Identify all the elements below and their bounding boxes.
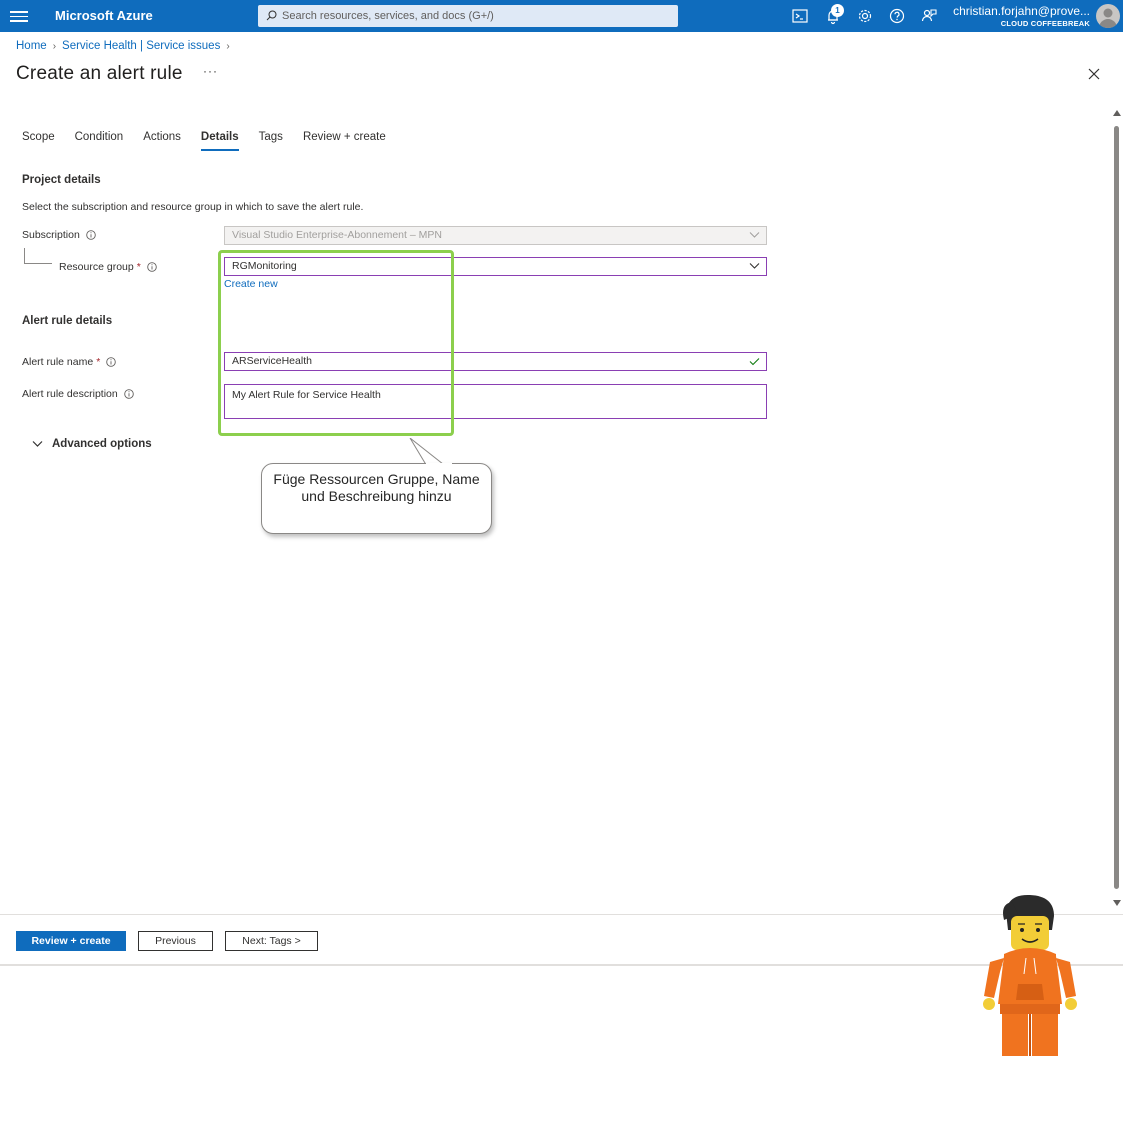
alert-rule-name-label: Alert rule name *: [22, 356, 117, 368]
search-icon: [266, 10, 277, 21]
breadcrumb-service-health[interactable]: Service Health | Service issues: [62, 40, 220, 52]
footer-divider: [0, 914, 1123, 915]
account-email: christian.forjahn@prove...: [953, 4, 1090, 18]
scroll-up-icon[interactable]: [1113, 110, 1121, 116]
alert-rule-name-label-text: Alert rule name: [22, 356, 94, 368]
alert-rule-description-label-text: Alert rule description: [22, 388, 118, 400]
search-input[interactable]: [282, 5, 672, 27]
avatar[interactable]: [1096, 4, 1120, 28]
info-icon[interactable]: [106, 357, 117, 367]
info-icon[interactable]: [123, 389, 134, 399]
breadcrumb-home[interactable]: Home: [16, 40, 47, 52]
review-create-button[interactable]: Review + create: [16, 931, 126, 951]
subscription-label: Subscription: [22, 229, 96, 241]
top-bar: Microsoft Azure 1 christian.forjahn@prov…: [0, 0, 1123, 32]
project-details-heading: Project details: [22, 174, 101, 186]
next-tags-button[interactable]: Next: Tags >: [225, 931, 318, 951]
annotation-callout: Füge Ressourcen Gruppe, Name und Beschre…: [261, 463, 492, 534]
info-icon[interactable]: [86, 230, 96, 240]
scroll-thumb[interactable]: [1114, 126, 1119, 889]
chevron-right-icon: ›: [52, 41, 57, 52]
chevron-down-icon: [749, 263, 760, 269]
subscription-label-text: Subscription: [22, 229, 80, 241]
annotation-highlight-box: [218, 250, 454, 436]
tab-scope[interactable]: Scope: [22, 131, 55, 149]
page-title: Create an alert rule: [16, 63, 183, 84]
footer-bottom-border: [0, 964, 1123, 966]
checkmark-icon: [749, 358, 760, 366]
callout-pointer-mask: [426, 463, 452, 466]
chevron-down-icon: [32, 441, 43, 447]
required-mark: *: [136, 261, 141, 273]
resource-group-label-text: Resource group: [59, 261, 134, 273]
breadcrumb: Home › Service Health | Service issues ›: [16, 40, 236, 52]
notification-badge: 1: [831, 4, 844, 17]
subscription-value: Visual Studio Enterprise-Abonnement – MP…: [232, 229, 442, 241]
account-tenant: CLOUD COFFEEBREAK: [1000, 19, 1090, 28]
scroll-down-icon[interactable]: [1113, 900, 1121, 906]
project-details-description: Select the subscription and resource gro…: [22, 201, 364, 213]
info-icon[interactable]: [147, 262, 157, 272]
chevron-right-icon: ›: [226, 41, 230, 52]
tab-details[interactable]: Details: [200, 131, 239, 151]
advanced-options-label: Advanced options: [52, 438, 152, 450]
account-info[interactable]: christian.forjahn@prove... CLOUD COFFEEB…: [953, 4, 1090, 28]
required-mark: *: [96, 356, 101, 368]
lego-minifigure-image: [983, 894, 1077, 1056]
subscription-select: Visual Studio Enterprise-Abonnement – MP…: [224, 226, 767, 245]
help-icon[interactable]: [888, 7, 906, 25]
menu-icon[interactable]: [10, 8, 28, 24]
tab-condition[interactable]: Condition: [75, 131, 124, 149]
tab-actions[interactable]: Actions: [143, 131, 181, 149]
alert-rule-description-label: Alert rule description: [22, 388, 134, 400]
vertical-scrollbar[interactable]: [1111, 110, 1123, 912]
tree-connector: [24, 248, 52, 264]
wizard-tabs: Scope Condition Actions Details Tags Rev…: [22, 131, 406, 151]
more-options-button[interactable]: ···: [203, 64, 218, 78]
brand-label[interactable]: Microsoft Azure: [55, 8, 153, 23]
previous-button[interactable]: Previous: [138, 931, 213, 951]
tab-review-create[interactable]: Review + create: [303, 131, 386, 149]
advanced-options-toggle[interactable]: Advanced options: [32, 438, 152, 450]
chevron-down-icon: [749, 232, 760, 238]
alert-rule-details-heading: Alert rule details: [22, 315, 113, 327]
resource-group-label: Resource group *: [59, 261, 157, 273]
tab-tags[interactable]: Tags: [259, 131, 283, 149]
cloud-shell-icon[interactable]: [791, 7, 809, 25]
search-box[interactable]: [258, 5, 678, 27]
gear-icon[interactable]: [856, 7, 874, 25]
close-icon[interactable]: [1087, 67, 1101, 81]
person-icon: [1099, 8, 1117, 28]
feedback-icon[interactable]: [920, 7, 938, 25]
